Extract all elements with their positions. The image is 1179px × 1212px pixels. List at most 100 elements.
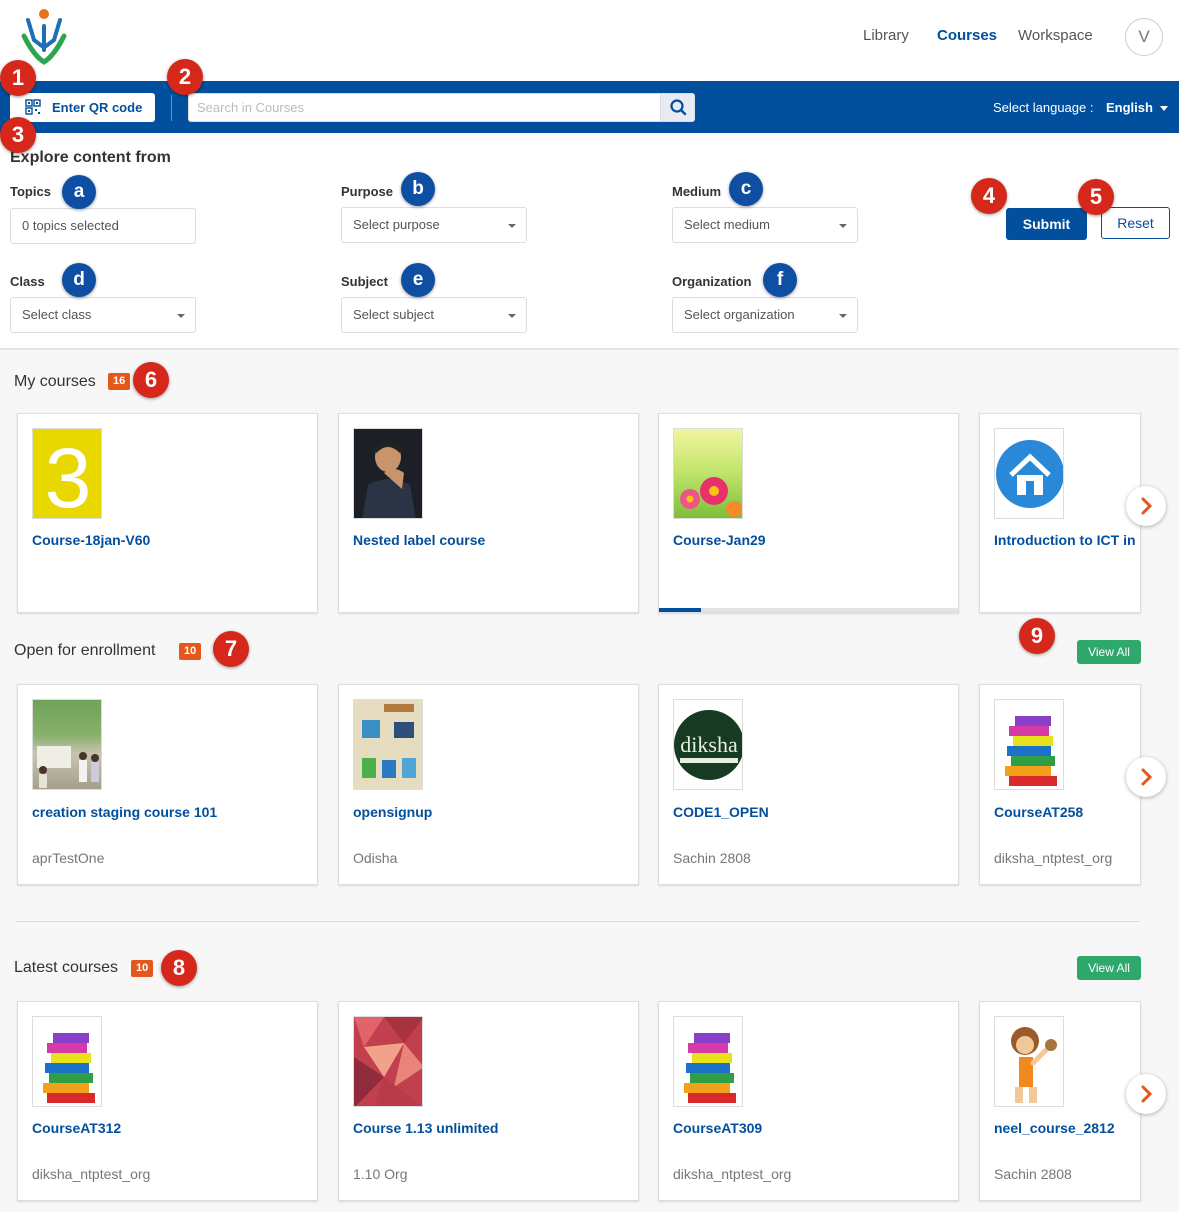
- submit-button[interactable]: Submit: [1006, 208, 1087, 240]
- svg-text:diksha: diksha: [680, 732, 738, 757]
- search-input[interactable]: [197, 94, 657, 121]
- svg-text:3: 3: [45, 431, 92, 519]
- language-dropdown[interactable]: English: [1106, 100, 1153, 115]
- course-card[interactable]: Course-Jan29: [658, 413, 959, 613]
- course-card[interactable]: CourseAT309 diksha_ntptest_org: [658, 1001, 959, 1201]
- course-card[interactable]: Introduction to ICT in: [979, 413, 1141, 613]
- search-button[interactable]: [660, 94, 694, 121]
- course-org: diksha_ntptest_org: [994, 850, 1113, 866]
- books-stack-icon: [684, 1033, 736, 1103]
- search-icon: [670, 99, 687, 116]
- annotation-marker-5: 5: [1078, 179, 1114, 215]
- subject-select[interactable]: Select subject: [341, 297, 527, 333]
- course-title[interactable]: Course-18jan-V60: [32, 532, 150, 548]
- chevron-down-icon: [177, 314, 185, 318]
- medium-select-value: Select medium: [684, 217, 770, 232]
- reset-button[interactable]: Reset: [1101, 207, 1170, 239]
- course-title[interactable]: creation staging course 101: [32, 804, 217, 820]
- course-card[interactable]: opensignup Odisha: [338, 684, 639, 885]
- course-thumbnail: [353, 1016, 423, 1107]
- annotation-marker-3: 3: [0, 117, 36, 153]
- course-org: Sachin 2808: [994, 1166, 1072, 1182]
- course-card[interactable]: neel_course_2812 Sachin 2808: [979, 1001, 1141, 1201]
- course-progress-fill: [659, 608, 701, 612]
- user-avatar[interactable]: V: [1125, 18, 1163, 56]
- course-title[interactable]: CourseAT258: [994, 804, 1083, 820]
- course-title[interactable]: Nested label course: [353, 532, 485, 548]
- course-title[interactable]: Introduction to ICT in: [994, 532, 1136, 548]
- course-thumbnail: [994, 428, 1064, 519]
- enter-qr-code-button[interactable]: Enter QR code: [10, 93, 155, 122]
- course-thumbnail: diksha: [673, 699, 743, 790]
- organization-select[interactable]: Select organization: [672, 297, 858, 333]
- course-thumbnail: [353, 428, 423, 519]
- course-card[interactable]: creation staging course 101 aprTestOne: [17, 684, 318, 885]
- chevron-right-icon: [1141, 1085, 1153, 1103]
- my-courses-count-badge: 16: [108, 373, 131, 390]
- chevron-down-icon: [839, 224, 847, 228]
- course-title[interactable]: opensignup: [353, 804, 432, 820]
- annotation-marker-6: 6: [133, 362, 169, 398]
- annotation-marker-b: b: [401, 172, 435, 206]
- annotation-marker-8: 8: [161, 950, 197, 986]
- annotation-marker-1: 1: [0, 60, 36, 96]
- purpose-label: Purpose: [341, 184, 394, 199]
- purpose-select[interactable]: Select purpose: [341, 207, 527, 243]
- course-title[interactable]: Course 1.13 unlimited: [353, 1120, 498, 1136]
- course-thumbnail: [32, 1016, 102, 1107]
- home-icon: [996, 440, 1063, 508]
- section-divider: [15, 921, 1140, 922]
- course-thumbnail: [994, 699, 1064, 790]
- course-card[interactable]: 3 Course-18jan-V60: [17, 413, 318, 613]
- latest-courses-title: Latest courses: [14, 959, 119, 976]
- course-card[interactable]: CourseAT312 diksha_ntptest_org: [17, 1001, 318, 1201]
- nav-library[interactable]: Library: [863, 27, 909, 44]
- annotation-marker-4: 4: [971, 178, 1007, 214]
- subject-select-value: Select subject: [353, 307, 434, 322]
- page: Library Courses Workspace V Enter QR cod…: [0, 0, 1179, 1212]
- medium-label: Medium: [672, 184, 722, 199]
- topics-select[interactable]: 0 topics selected: [10, 208, 196, 244]
- explore-title: Explore content from: [10, 149, 171, 166]
- course-card[interactable]: diksha CODE1_OPEN Sachin 2808: [658, 684, 959, 885]
- carousel-next-button[interactable]: [1126, 757, 1166, 797]
- course-org: 1.10 Org: [353, 1166, 408, 1182]
- course-thumbnail: [353, 699, 423, 790]
- latest-courses-count-badge: 10: [131, 960, 154, 977]
- chevron-down-icon[interactable]: [1160, 106, 1168, 111]
- class-select[interactable]: Select class: [10, 297, 196, 333]
- view-all-button[interactable]: View All: [1077, 956, 1141, 980]
- annotation-marker-c: c: [729, 172, 763, 206]
- class-label: Class: [10, 274, 45, 289]
- carousel-next-button[interactable]: [1126, 1074, 1166, 1114]
- view-all-button[interactable]: View All: [1077, 640, 1141, 664]
- annotation-marker-d: d: [62, 263, 96, 297]
- course-card[interactable]: CourseAT258 diksha_ntptest_org: [979, 684, 1141, 885]
- my-courses-title: My courses: [14, 373, 96, 390]
- books-stack-icon: [43, 1033, 95, 1103]
- course-card[interactable]: Course 1.13 unlimited 1.10 Org: [338, 1001, 639, 1201]
- topics-label: Topics: [10, 184, 51, 199]
- course-org: Sachin 2808: [673, 850, 751, 866]
- course-title[interactable]: CourseAT309: [673, 1120, 762, 1136]
- diksha-logo[interactable]: [20, 6, 70, 66]
- chevron-down-icon: [508, 224, 516, 228]
- chevron-right-icon: [1141, 768, 1153, 786]
- qr-code-icon: [25, 99, 41, 118]
- chevron-down-icon: [508, 314, 516, 318]
- course-title[interactable]: CourseAT312: [32, 1120, 121, 1136]
- course-thumbnail: 3: [32, 428, 102, 519]
- course-title[interactable]: CODE1_OPEN: [673, 804, 769, 820]
- annotation-marker-f: f: [763, 263, 797, 297]
- medium-select[interactable]: Select medium: [672, 207, 858, 243]
- carousel-next-button[interactable]: [1126, 486, 1166, 526]
- class-select-value: Select class: [22, 307, 92, 322]
- toolbar-divider: [171, 95, 172, 121]
- course-card[interactable]: Nested label course: [338, 413, 639, 613]
- course-thumbnail: [673, 428, 743, 519]
- course-title[interactable]: Course-Jan29: [673, 532, 766, 548]
- nav-courses[interactable]: Courses: [937, 27, 997, 44]
- course-org: diksha_ntptest_org: [673, 1166, 792, 1182]
- course-title[interactable]: neel_course_2812: [994, 1120, 1115, 1136]
- nav-workspace[interactable]: Workspace: [1018, 27, 1093, 44]
